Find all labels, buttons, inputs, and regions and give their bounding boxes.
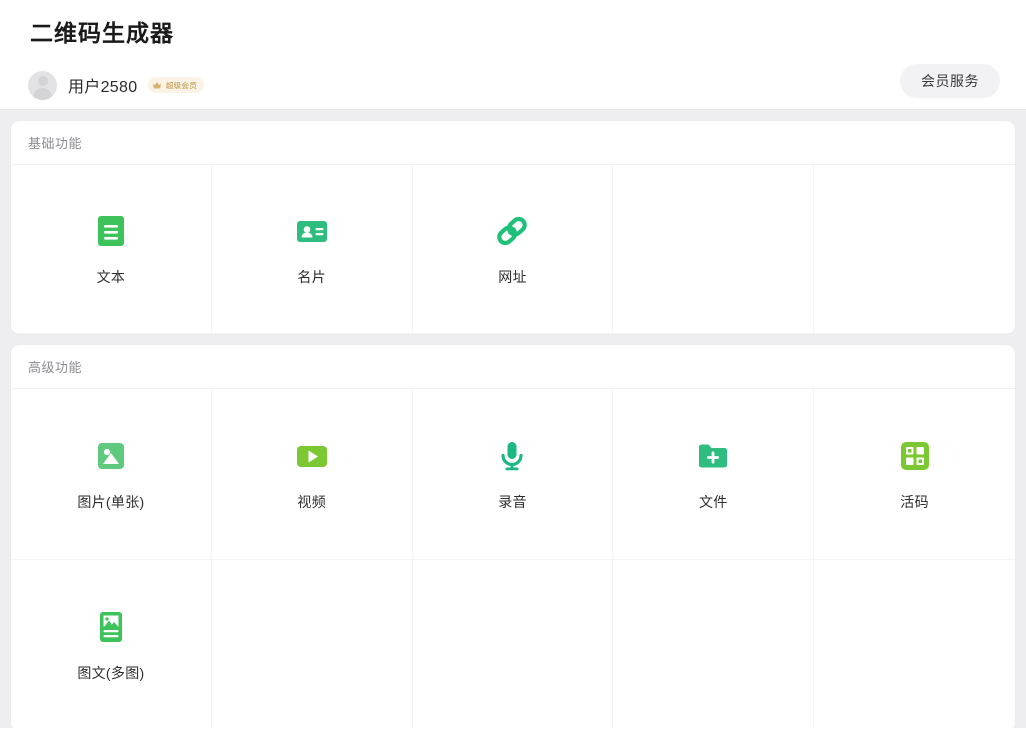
qr-blocks-icon: [896, 437, 934, 475]
function-item-url[interactable]: 网址: [412, 165, 614, 334]
image-text-doc-icon: [92, 608, 130, 646]
function-item-business-card[interactable]: 名片: [211, 165, 413, 334]
function-item-image-single[interactable]: 图片(单张): [11, 389, 212, 560]
bottom-strip: [0, 728, 1026, 748]
function-item-text[interactable]: 文本: [11, 165, 212, 334]
section-header-advanced: 高级功能: [11, 345, 1015, 389]
function-label-business-card: 名片: [297, 268, 326, 285]
section-title-basic: 基础功能: [28, 136, 83, 151]
section-card-advanced: 高级功能 图片(单张) 视频 录音 文件 活码 图文(多图): [11, 345, 1015, 728]
function-label-image-single: 图片(单张): [77, 493, 145, 510]
function-item-empty-adv-2: [412, 560, 614, 728]
section-title-advanced: 高级功能: [28, 360, 83, 375]
contact-card-icon: [293, 212, 331, 250]
user-avatar-icon[interactable]: [28, 70, 57, 100]
status-badge-super-member[interactable]: 超级会员: [148, 77, 205, 93]
microphone-icon: [493, 437, 531, 475]
function-grid-advanced: 图片(单张) 视频 录音 文件 活码 图文(多图): [11, 389, 1015, 728]
function-label-dynamic-qr: 活码: [900, 493, 929, 510]
video-play-icon: [293, 437, 331, 475]
vip-badge-label: 超级会员: [166, 80, 198, 90]
function-item-empty-adv-4: [814, 560, 1015, 728]
image-picture-icon: [92, 437, 130, 475]
function-label-text: 文本: [96, 268, 126, 285]
app-header: 二维码生成器 用户2580 超级会员 会员服务: [0, 0, 1026, 110]
function-grid-basic: 文本 名片 网址: [11, 165, 1015, 334]
function-item-empty-basic-1: [613, 165, 815, 334]
text-lines-icon: [92, 212, 130, 250]
section-header-basic: 基础功能: [11, 121, 1015, 165]
function-item-file[interactable]: 文件: [613, 389, 815, 560]
main-content: 基础功能 文本 名片 网址 高级功能 图片(单张) 视频 录音 文件 活码 图文…: [0, 110, 1026, 728]
function-label-audio: 录音: [498, 493, 527, 510]
user-info-row: 用户2580 超级会员: [28, 68, 998, 102]
function-item-empty-adv-1: [211, 560, 413, 728]
function-label-video: 视频: [297, 493, 326, 510]
function-item-dynamic-qr[interactable]: 活码: [814, 389, 1015, 560]
app-root: 二维码生成器 用户2580 超级会员 会员服务 基础功能 文本 名片 网址 高级…: [0, 0, 1026, 748]
function-item-video[interactable]: 视频: [211, 389, 413, 560]
function-label-file: 文件: [698, 493, 728, 510]
function-label-image-text: 图文(多图): [77, 664, 145, 681]
function-item-image-text[interactable]: 图文(多图): [11, 560, 212, 728]
function-item-audio[interactable]: 录音: [412, 389, 614, 560]
folder-plus-icon: [694, 437, 732, 475]
function-item-empty-basic-2: [814, 165, 1015, 334]
section-card-basic: 基础功能 文本 名片 网址: [11, 121, 1015, 334]
page-title: 二维码生成器: [30, 20, 174, 46]
function-label-url: 网址: [498, 268, 527, 285]
function-item-empty-adv-3: [613, 560, 815, 728]
link-chain-icon: [493, 212, 531, 250]
member-service-button[interactable]: 会员服务: [900, 64, 1000, 98]
username-label: 用户2580: [68, 79, 138, 96]
crown-icon: [153, 82, 162, 89]
